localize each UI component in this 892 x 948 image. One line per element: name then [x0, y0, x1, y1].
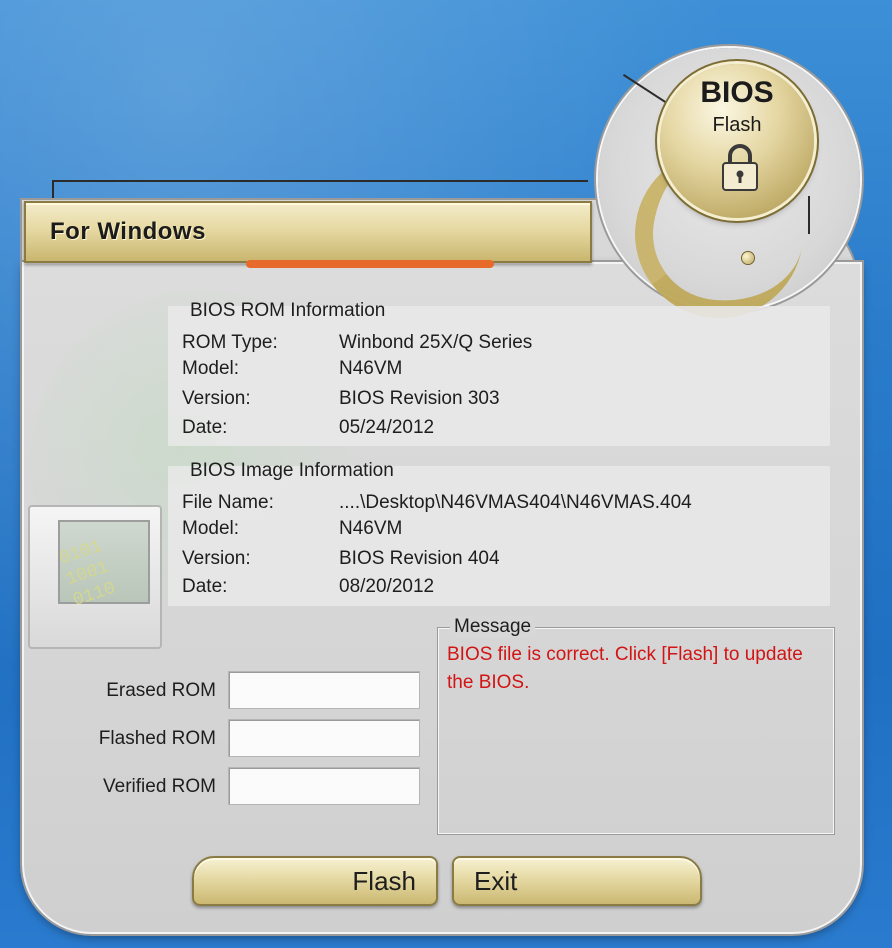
rom-version-value: BIOS Revision 303: [339, 388, 500, 409]
verified-rom-progress: [228, 767, 420, 805]
verified-rom-label: Verified ROM: [103, 776, 216, 797]
logo-subtitle: Flash: [712, 114, 762, 136]
rom-model-value: N46VM: [339, 358, 403, 379]
window-title: For Windows: [50, 218, 206, 245]
rom-info-box: [168, 306, 830, 446]
erased-rom-progress: [228, 671, 420, 709]
message-legend: Message: [450, 616, 536, 638]
logo-title: BIOS: [700, 76, 774, 109]
erased-rom-label: Erased ROM: [106, 680, 216, 701]
image-version-value: BIOS Revision 404: [339, 548, 500, 569]
decor-knob: [742, 252, 754, 264]
exit-button[interactable]: Exit: [452, 856, 702, 906]
image-date-label: Date:: [182, 576, 228, 597]
accent-strip: [246, 260, 494, 268]
rom-info-title: BIOS ROM Information: [190, 300, 386, 321]
image-date-value: 08/20/2012: [339, 576, 435, 597]
decor-line: [52, 180, 588, 182]
flashed-rom-label: Flashed ROM: [98, 728, 216, 749]
rom-type-label: ROM Type:: [182, 332, 278, 353]
lock-icon: [722, 144, 758, 191]
decor-line-vertical: [52, 180, 54, 202]
file-name-label: File Name:: [182, 492, 274, 513]
image-version-label: Version:: [182, 548, 251, 569]
flashed-rom-progress: [228, 719, 420, 757]
image-model-value: N46VM: [339, 518, 403, 539]
rom-date-label: Date:: [182, 417, 228, 438]
file-name-value: ....\Desktop\N46VMAS404\N46VMAS.404: [339, 492, 692, 513]
rom-model-label: Model:: [182, 358, 240, 379]
flash-button[interactable]: Flash: [192, 856, 438, 906]
decor-line-right: [808, 196, 810, 234]
rom-version-label: Version:: [182, 388, 251, 409]
rom-date-value: 05/24/2012: [339, 417, 435, 438]
rom-type-value: Winbond 25X/Q Series: [339, 332, 533, 353]
message-text: BIOS file is correct. Click [Flash] to u…: [447, 644, 803, 693]
image-info-box: [168, 466, 830, 606]
image-model-label: Model:: [182, 518, 240, 539]
image-info-title: BIOS Image Information: [190, 460, 394, 481]
